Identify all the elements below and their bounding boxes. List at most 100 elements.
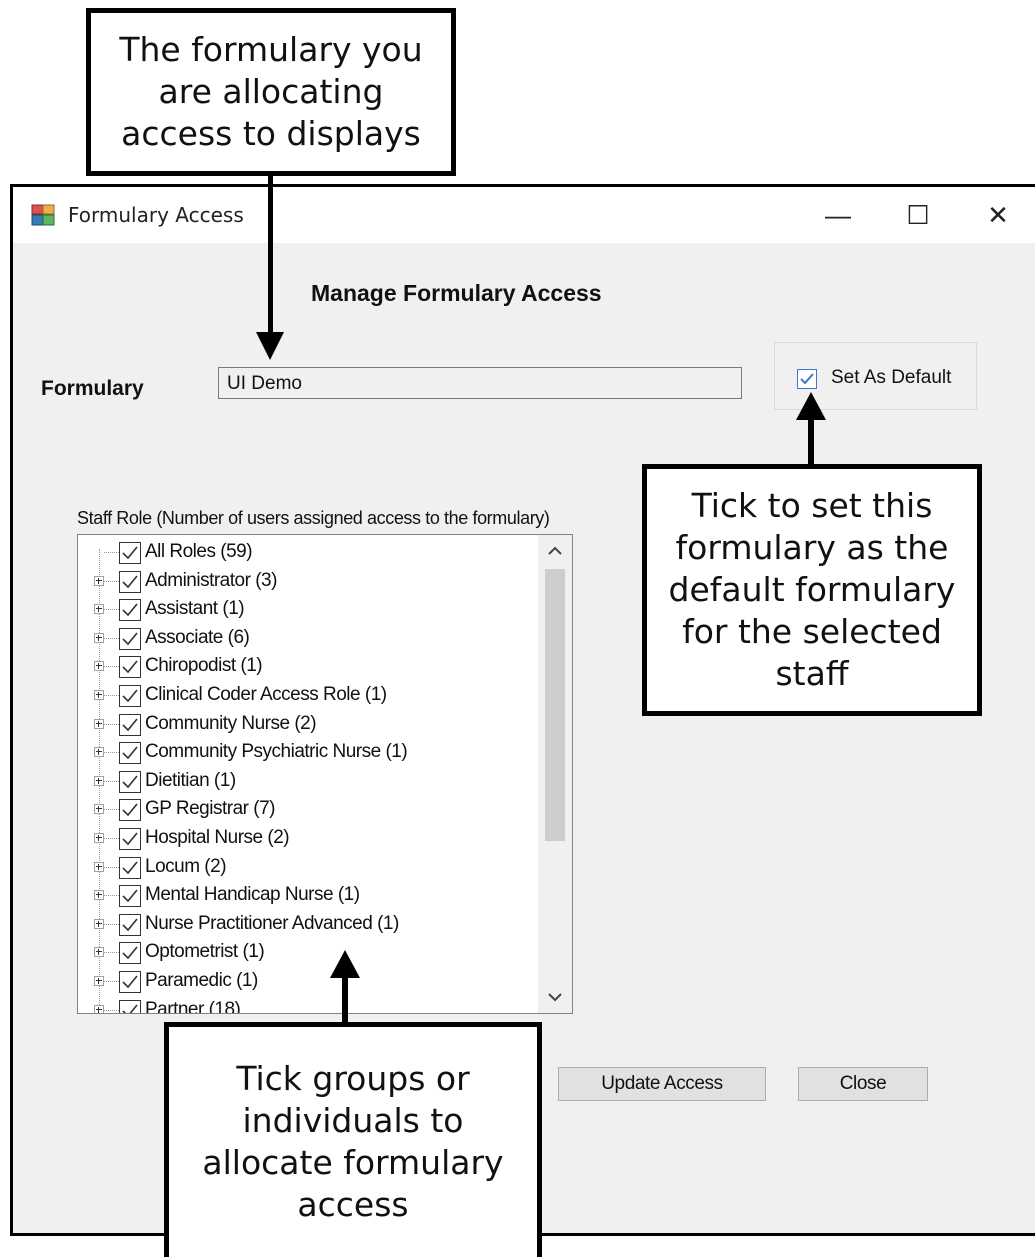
- chevron-down-icon[interactable]: [538, 981, 572, 1013]
- expand-icon[interactable]: [94, 918, 104, 929]
- expand-icon[interactable]: [94, 861, 104, 872]
- tree-item-partner[interactable]: Partner (18): [78, 997, 538, 1014]
- update-access-button[interactable]: Update Access: [558, 1067, 766, 1101]
- tree-item-associate[interactable]: Associate (6): [78, 625, 538, 653]
- tree-connector: [104, 637, 119, 639]
- tree-connector: [104, 666, 119, 668]
- role-checkbox[interactable]: [119, 942, 141, 965]
- close-window-button[interactable]: ✕: [968, 195, 1028, 235]
- tree-connector: [104, 981, 119, 982]
- expand-icon[interactable]: [94, 661, 104, 672]
- staff-role-tree[interactable]: All Roles (59) Administrator (3) Assistant…: [77, 534, 573, 1014]
- role-label: Community Psychiatric Nurse (1): [145, 741, 408, 763]
- tree-connector: [104, 695, 119, 696]
- callout-groups-arrow: [342, 976, 348, 1024]
- role-label: Nurse Practitioner Advanced (1): [145, 912, 399, 934]
- maximize-button[interactable]: ☐: [888, 195, 948, 235]
- role-checkbox[interactable]: [119, 856, 141, 879]
- expand-icon[interactable]: [94, 775, 104, 786]
- expand-icon[interactable]: [94, 833, 104, 843]
- checkmark-icon: [122, 660, 138, 674]
- role-label: Partner (18): [145, 998, 241, 1014]
- role-label: All Roles (59): [145, 541, 253, 562]
- expand-icon[interactable]: [94, 804, 104, 815]
- checkmark-icon: [122, 803, 138, 817]
- tree-item-dietitian[interactable]: Dietitian (1): [78, 768, 538, 796]
- expand-icon[interactable]: [94, 632, 104, 643]
- callout-default-arrow: [808, 418, 814, 466]
- tree-scrollbar[interactable]: [538, 535, 572, 1013]
- tree-item-all-roles[interactable]: All Roles (59): [78, 539, 538, 567]
- tree-connector: [104, 838, 119, 839]
- checkmark-icon: [122, 775, 138, 788]
- tree-item-administrator[interactable]: Administrator (3): [78, 568, 538, 596]
- tree-item-gp-registrar[interactable]: GP Registrar (7): [78, 796, 538, 824]
- formulary-field[interactable]: UI Demo: [218, 367, 742, 399]
- tree-item-chiropodist[interactable]: Chiropodist (1): [78, 653, 538, 681]
- role-checkbox[interactable]: [119, 570, 141, 593]
- tree-item-hospital-nurse[interactable]: Hospital Nurse (2): [78, 825, 538, 853]
- minimize-button[interactable]: —: [808, 195, 868, 235]
- dialog-heading: Manage Formulary Access: [311, 280, 602, 306]
- role-label: Clinical Coder Access Role (1): [145, 684, 387, 705]
- role-checkbox[interactable]: [119, 713, 141, 736]
- tree-item-community-psychiatric-nurse[interactable]: Community Psychiatric Nurse (1): [78, 739, 538, 767]
- expand-icon[interactable]: [94, 1004, 104, 1013]
- role-checkbox[interactable]: [119, 742, 141, 765]
- callout-default-arrowhead: [796, 392, 826, 420]
- chevron-up-icon[interactable]: [538, 535, 572, 567]
- role-checkbox[interactable]: [119, 599, 141, 622]
- tree-connector: [104, 1009, 119, 1011]
- tree-item-locum[interactable]: Locum (2): [78, 854, 538, 882]
- expand-icon[interactable]: [94, 690, 104, 700]
- role-checkbox[interactable]: [119, 627, 141, 650]
- tree-connector: [104, 923, 119, 925]
- tree-item-mental-handicap-nurse[interactable]: Mental Handicap Nurse (1): [78, 882, 538, 910]
- expand-icon[interactable]: [94, 747, 104, 758]
- role-label: Locum (2): [145, 855, 227, 877]
- expand-icon[interactable]: [94, 604, 104, 615]
- tree-item-nurse-practitioner-advanced[interactable]: Nurse Practitioner Advanced (1): [78, 911, 538, 939]
- role-checkbox[interactable]: [119, 999, 141, 1013]
- role-checkbox[interactable]: [119, 971, 141, 993]
- checkmark-icon: [122, 546, 138, 560]
- tree-item-optometrist[interactable]: Optometrist (1): [78, 939, 538, 967]
- formulary-app-icon: [31, 204, 55, 226]
- callout-groups-arrowhead: [330, 950, 360, 978]
- checkmark-icon: [122, 746, 138, 760]
- expand-icon[interactable]: [94, 976, 104, 986]
- scroll-thumb[interactable]: [545, 569, 565, 841]
- checkmark-icon: [800, 373, 814, 385]
- role-label: Hospital Nurse (2): [145, 827, 290, 848]
- tree-connector: [104, 895, 119, 897]
- formulary-label: Formulary: [41, 377, 144, 400]
- role-checkbox[interactable]: [119, 656, 141, 679]
- tree-item-clinical-coder-access-role[interactable]: Clinical Coder Access Role (1): [78, 682, 538, 710]
- expand-icon[interactable]: [94, 718, 104, 729]
- tree-connector: [104, 723, 119, 725]
- checkmark-icon: [122, 832, 138, 846]
- role-checkbox[interactable]: [119, 770, 141, 793]
- role-checkbox[interactable]: [119, 542, 141, 564]
- set-default-checkbox[interactable]: [797, 369, 817, 389]
- expand-icon[interactable]: [94, 575, 104, 586]
- expand-icon[interactable]: [94, 890, 104, 901]
- title-bar[interactable]: Formulary Access — ☐ ✕: [13, 187, 1035, 243]
- checkmark-icon: [122, 689, 138, 703]
- tree-item-community-nurse[interactable]: Community Nurse (2): [78, 711, 538, 739]
- close-button[interactable]: Close: [798, 1067, 928, 1101]
- role-checkbox[interactable]: [119, 685, 141, 707]
- expand-icon[interactable]: [94, 947, 104, 958]
- tree-connector: [104, 866, 119, 868]
- tree-item-assistant[interactable]: Assistant (1): [78, 596, 538, 624]
- checkmark-icon: [122, 1004, 138, 1013]
- role-label: Assistant (1): [145, 598, 245, 620]
- role-checkbox[interactable]: [119, 799, 141, 822]
- role-checkbox[interactable]: [119, 885, 141, 908]
- role-checkbox[interactable]: [119, 828, 141, 850]
- tree-item-paramedic[interactable]: Paramedic (1): [78, 968, 538, 996]
- role-label: Associate (6): [145, 626, 250, 648]
- set-default-label[interactable]: Set As Default: [831, 367, 951, 389]
- window-title: Formulary Access: [68, 203, 244, 227]
- role-checkbox[interactable]: [119, 913, 141, 936]
